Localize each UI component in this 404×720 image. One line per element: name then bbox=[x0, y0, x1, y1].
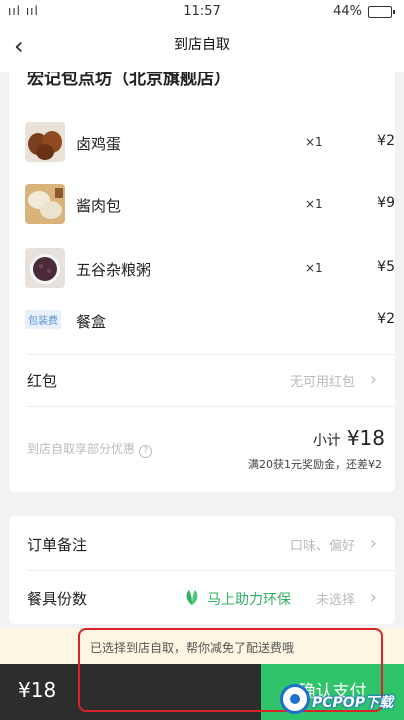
item-name: 酱肉包 bbox=[76, 197, 122, 215]
order-remarks-row[interactable]: 订单备注 口味、偏好 › bbox=[9, 520, 395, 568]
divider bbox=[27, 570, 395, 571]
tableware-value: 未选择 bbox=[315, 593, 355, 608]
item-name: 卤鸡蛋 bbox=[76, 135, 122, 153]
tableware-row[interactable]: 餐具份数 马上助力环保 未选择 › bbox=[9, 574, 395, 622]
item-price: ¥2 bbox=[377, 133, 395, 149]
divider bbox=[27, 354, 395, 355]
red-packet-label: 红包 bbox=[27, 372, 58, 390]
leaf-icon bbox=[186, 590, 198, 605]
watermark-logo: PCPOP下载 bbox=[276, 684, 404, 718]
watermark-icon bbox=[280, 684, 310, 714]
eco-text: 马上助力环保 bbox=[207, 592, 291, 608]
grain-porridge-thumbnail bbox=[25, 248, 65, 288]
chevron-right-icon: › bbox=[369, 533, 377, 554]
item-qty: ×1 bbox=[305, 197, 323, 211]
subtotal: 小计 ¥18 bbox=[313, 426, 385, 450]
subtotal-amount: ¥18 bbox=[346, 426, 385, 450]
packaging-price: ¥2 bbox=[377, 311, 395, 327]
order-item: 卤鸡蛋 ×1 ¥2 bbox=[9, 120, 395, 164]
total-amount: ¥18 bbox=[18, 678, 57, 702]
divider bbox=[27, 406, 395, 407]
item-name: 五谷杂粮粥 bbox=[76, 261, 152, 279]
packaging-name: 餐盒 bbox=[76, 313, 107, 331]
options-card: 订单备注 口味、偏好 › 餐具份数 马上助力环保 未选择 › bbox=[9, 516, 395, 624]
remarks-label: 订单备注 bbox=[27, 536, 88, 554]
red-packet-row[interactable]: 红包 无可用红包 › bbox=[9, 356, 395, 404]
watermark-text: PCPOP下载 bbox=[312, 695, 393, 711]
battery-percent: 44% bbox=[333, 4, 362, 19]
item-qty: ×1 bbox=[305, 135, 323, 149]
reward-note: 满20获1元奖励金，还差¥2 bbox=[248, 458, 382, 471]
pickup-discount-note: 到店自取享部分优惠? bbox=[27, 440, 153, 458]
order-card: 宏记包点坊（北京旗舰店） 卤鸡蛋 ×1 ¥2 酱肉包 ×1 ¥9 五谷杂粮粥 ×… bbox=[9, 72, 395, 492]
help-icon[interactable]: ? bbox=[139, 445, 153, 458]
status-bar: ııl ııl 11:57 44% bbox=[0, 0, 404, 22]
item-qty: ×1 bbox=[305, 261, 323, 275]
order-item: 酱肉包 ×1 ¥9 bbox=[9, 182, 395, 226]
chevron-right-icon: › bbox=[369, 369, 377, 390]
page-title: 到店自取 bbox=[174, 37, 230, 53]
item-price: ¥5 bbox=[377, 259, 395, 275]
chevron-right-icon: › bbox=[369, 587, 377, 608]
meat-bun-thumbnail bbox=[25, 184, 65, 224]
battery-icon bbox=[368, 6, 395, 18]
packaging-fee-tag: 包装费 bbox=[25, 310, 61, 329]
subtotal-label: 小计 bbox=[312, 433, 341, 449]
nav-bar: ‹ 到店自取 bbox=[0, 22, 404, 72]
order-item: 五谷杂粮粥 ×1 ¥5 bbox=[9, 246, 395, 290]
pickup-discount-text: 到店自取享部分优惠 bbox=[27, 442, 136, 456]
packaging-row: 包装费 餐盒 ¥2 bbox=[9, 298, 395, 342]
braised-egg-thumbnail bbox=[25, 122, 65, 162]
store-name: 宏记包点坊（北京旗舰店） bbox=[27, 72, 231, 89]
red-packet-value: 无可用红包 bbox=[289, 375, 355, 390]
remarks-value: 口味、偏好 bbox=[289, 539, 355, 554]
tableware-label: 餐具份数 bbox=[27, 590, 88, 608]
item-price: ¥9 bbox=[377, 195, 395, 211]
